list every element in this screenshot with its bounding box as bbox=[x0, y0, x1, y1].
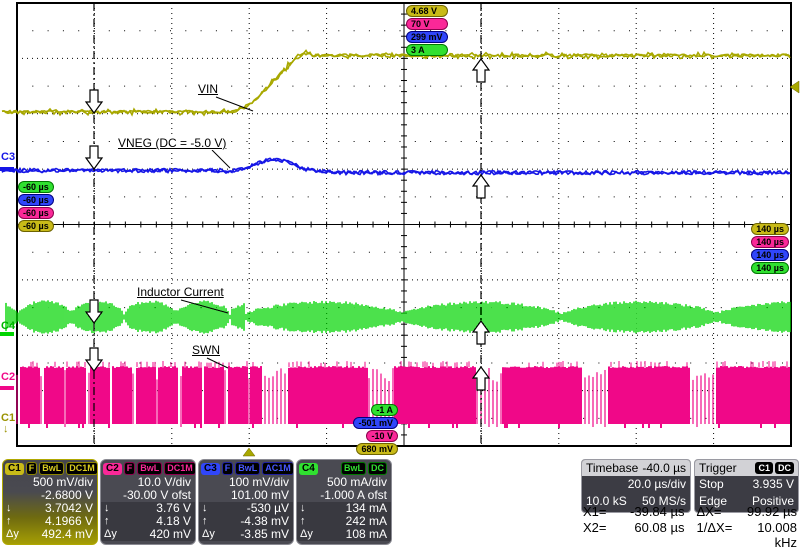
cursor-value-c2: 70 V bbox=[406, 18, 448, 30]
edge-marker-c1-offscreen-arrow: ↓ bbox=[3, 423, 9, 435]
delta-y-icon: Δy bbox=[202, 528, 215, 541]
waveform-display bbox=[0, 0, 800, 460]
annotation-swn: SWN bbox=[191, 343, 221, 357]
cursor-value-c2: -10 V bbox=[366, 430, 398, 442]
cursor-times-right: 140 µs 140 µs 140 µs 140 µs bbox=[743, 223, 789, 274]
timebase-delay: -40.0 µs bbox=[642, 461, 686, 475]
cursor-time-c3: 140 µs bbox=[751, 249, 789, 261]
edge-marker-c3: C3 bbox=[1, 151, 15, 163]
channel-badge-c3[interactable]: C3 bbox=[201, 463, 220, 475]
trigger-title: Trigger bbox=[699, 461, 737, 475]
cursor-value-c3: -501 mV bbox=[353, 417, 398, 429]
channel-zero-marker bbox=[0, 332, 14, 336]
badge-filter: F bbox=[124, 462, 136, 475]
channel-zero-marker bbox=[0, 167, 14, 171]
delta-y-icon: Δy bbox=[6, 528, 19, 541]
badge-bwl: BwL bbox=[39, 462, 64, 475]
up-arrow-icon: ↑ bbox=[202, 515, 208, 528]
badge-coupling: DC bbox=[368, 462, 387, 475]
cursor-values-bottom: -1 A -501 mV -10 V 680 mV bbox=[300, 404, 398, 455]
delta-y-icon: Δy bbox=[104, 528, 117, 541]
edge-marker-c2: C2 bbox=[1, 371, 15, 383]
cursor-value-c1: 4.68 V bbox=[406, 5, 448, 17]
cursor-delta: Δy492.4 mV bbox=[3, 528, 97, 541]
down-arrow-icon: ↓ bbox=[104, 502, 110, 515]
trigger-delay-marker[interactable] bbox=[243, 448, 255, 456]
cursor-value-c3: 299 mV bbox=[406, 31, 448, 43]
badge-filter: F bbox=[26, 462, 38, 475]
cursor-time-c1: -60 µs bbox=[18, 220, 54, 232]
cursor-times-left: -60 µs -60 µs -60 µs -60 µs bbox=[18, 181, 54, 232]
delta-y-icon: Δy bbox=[300, 528, 313, 541]
trigger-mode: Stop bbox=[699, 476, 724, 493]
channel-badge-c2[interactable]: C2 bbox=[103, 463, 122, 475]
badge-bwl: BwL bbox=[341, 462, 366, 475]
cursor-values-top: 4.68 V 70 V 299 mV 3 A bbox=[406, 5, 448, 56]
badge-coupling: AC1M bbox=[262, 462, 294, 475]
annotation-inductor: Inductor Current bbox=[136, 285, 225, 299]
trigger-level: 3.935 V bbox=[753, 476, 794, 493]
cursor-marker-up-arrow[interactable] bbox=[473, 175, 489, 198]
annotation-vneg: VNEG (DC = -5.0 V) bbox=[117, 136, 227, 150]
annotation-vin: VIN bbox=[197, 82, 219, 96]
channel-badge-c1[interactable]: C1 bbox=[5, 463, 24, 475]
up-arrow-icon: ↑ bbox=[300, 515, 306, 528]
cursor-delta: Δy-3.85 mV bbox=[199, 528, 293, 541]
down-arrow-icon: ↓ bbox=[300, 502, 306, 515]
cursor-time-c4: 140 µs bbox=[751, 262, 789, 274]
cursor-marker-down-arrow[interactable] bbox=[86, 90, 102, 113]
channel-descriptor-c1[interactable]: C1 F BwL DC1M 500 mV/div -2.6800 V ↓3.70… bbox=[2, 459, 98, 545]
up-arrow-icon: ↑ bbox=[104, 515, 110, 528]
cursor-value-c1: 680 mV bbox=[356, 443, 398, 455]
trigger-source-badge: C1 bbox=[755, 462, 773, 474]
channel-descriptor-c2[interactable]: C2 F BwL DC1M 10.0 V/div -30.00 V ofst ↓… bbox=[100, 459, 196, 545]
down-arrow-icon: ↓ bbox=[202, 502, 208, 515]
cursor-x2-readout: X2= 60.08 µs 1/ΔX= 10.008 kHz bbox=[583, 520, 797, 547]
cursor-time-c3: -60 µs bbox=[18, 194, 54, 206]
channel-badge-c4[interactable]: C4 bbox=[299, 463, 318, 475]
cursor-time-c1: 140 µs bbox=[751, 223, 789, 235]
cursor-delta: Δy420 mV bbox=[101, 528, 195, 541]
badge-bwl: BwL bbox=[235, 462, 260, 475]
cursor-time-c2: -60 µs bbox=[18, 207, 54, 219]
channel-zero-marker bbox=[0, 386, 14, 390]
cursor-marker-down-arrow[interactable] bbox=[86, 146, 102, 169]
badge-bwl: BwL bbox=[137, 462, 162, 475]
badge-coupling: DC1M bbox=[164, 462, 196, 475]
cursor-time-c4: -60 µs bbox=[18, 181, 54, 193]
up-arrow-icon: ↑ bbox=[6, 515, 12, 528]
edge-marker-c4: C4 bbox=[1, 320, 15, 332]
badge-coupling: DC1M bbox=[66, 462, 98, 475]
channel-descriptor-c3[interactable]: C3 F BwL AC1M 100 mV/div 101.00 mV ↓-530… bbox=[198, 459, 294, 545]
cursor-x1-readout: X1= -39.84 µs ΔX= 99.92 µs bbox=[583, 504, 797, 519]
cursor-value-c4: -1 A bbox=[371, 404, 398, 416]
cursor-marker-up-arrow[interactable] bbox=[473, 59, 489, 82]
cursor-delta: Δy108 mA bbox=[297, 528, 391, 541]
down-arrow-icon: ↓ bbox=[6, 502, 12, 515]
annotation-pointer-line bbox=[207, 358, 228, 368]
cursor-value-c4: 3 A bbox=[406, 44, 448, 56]
annotation-pointer-line bbox=[212, 150, 230, 168]
cursor-time-c2: 140 µs bbox=[751, 236, 789, 248]
badge-filter: F bbox=[222, 462, 234, 475]
timebase-scale: 20.0 µs/div bbox=[628, 476, 686, 493]
timebase-title: Timebase bbox=[586, 461, 638, 475]
oscilloscope-screen: 4.68 V 70 V 299 mV 3 A -1 A -501 mV -10 … bbox=[0, 0, 800, 547]
channel-descriptor-c4[interactable]: C4 BwL DC 500 mA/div -1.000 A ofst ↓134 … bbox=[296, 459, 392, 545]
trigger-coupling-badge: DC bbox=[775, 462, 794, 474]
